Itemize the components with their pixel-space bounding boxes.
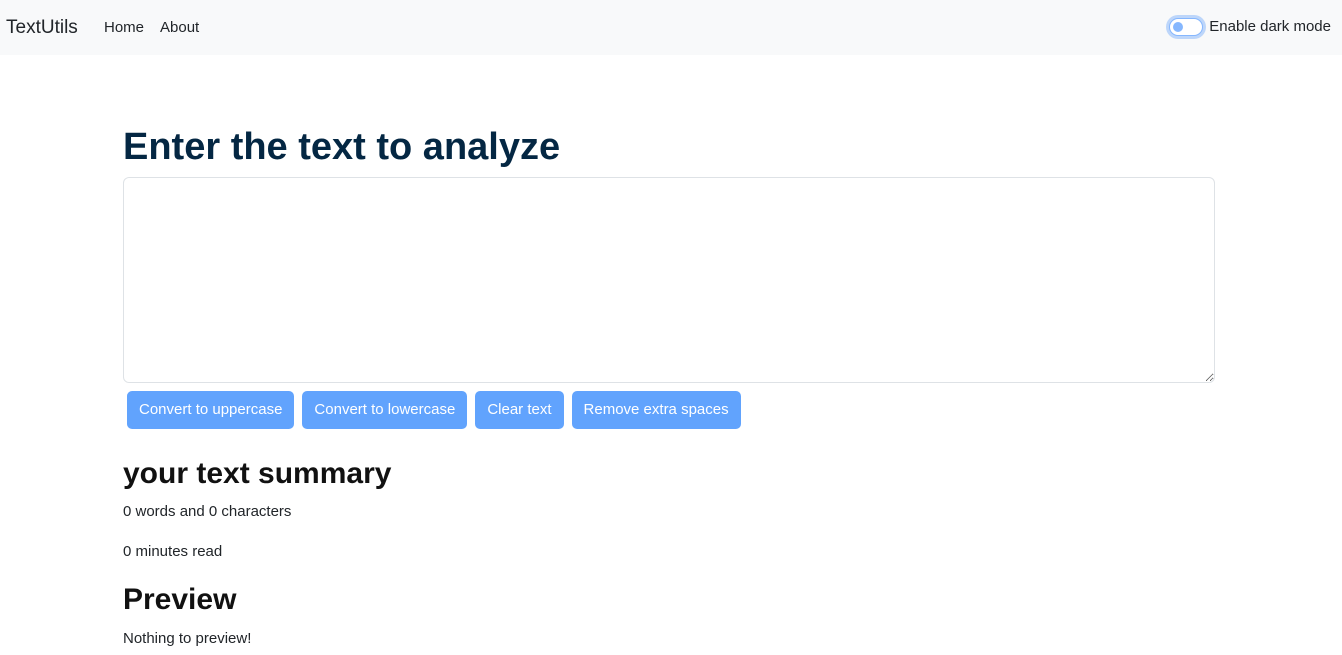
dark-mode-label[interactable]: Enable dark mode [1209, 17, 1331, 37]
navbar-brand[interactable]: TextUtils [6, 16, 78, 40]
action-buttons: Convert to uppercase Convert to lowercas… [127, 391, 741, 429]
lowercase-button[interactable]: Convert to lowercase [302, 391, 468, 429]
switch-knob-icon [1173, 22, 1184, 32]
word-char-count: 0 words and 0 characters [123, 503, 292, 520]
dark-mode-switch[interactable] [1169, 18, 1204, 36]
summary-title: your text summary [123, 457, 392, 490]
clear-text-button[interactable]: Clear text [475, 391, 564, 429]
read-time: 0 minutes read [123, 543, 223, 560]
page-title: Enter the text to analyze [123, 126, 561, 168]
dark-mode-toggle: Enable dark mode [1169, 17, 1331, 37]
text-input-area[interactable] [123, 177, 1215, 383]
remove-spaces-button[interactable]: Remove extra spaces [571, 391, 741, 429]
nav-links: Home About [104, 18, 199, 38]
navbar: TextUtils Home About Enable dark mode [0, 0, 1342, 55]
nav-link-about[interactable]: About [160, 18, 199, 38]
preview-title: Preview [123, 583, 237, 616]
uppercase-button[interactable]: Convert to uppercase [127, 391, 295, 429]
nav-link-home[interactable]: Home [104, 18, 144, 38]
preview-text: Nothing to preview! [123, 630, 252, 647]
